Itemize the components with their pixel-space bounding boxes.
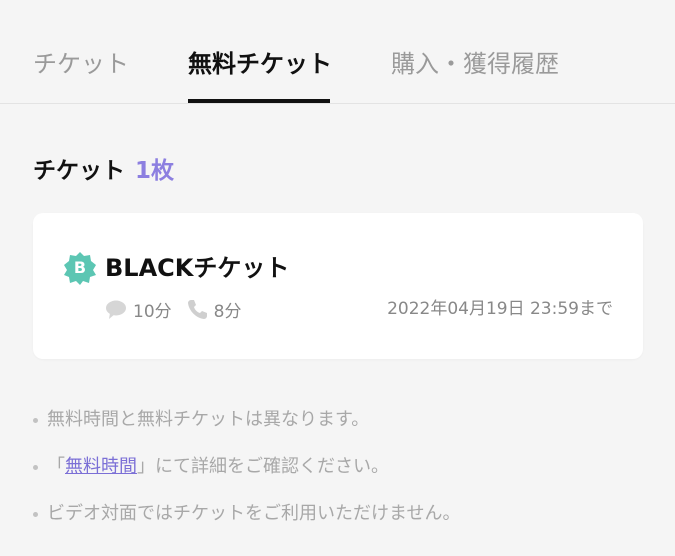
note-item: 「無料時間」にて詳細をご確認ください。: [33, 452, 653, 482]
note-text-2-open: 「: [47, 456, 65, 477]
note-text-3: ビデオ対面ではチケットをご利用いただけません。: [47, 503, 461, 524]
tab-free-tickets[interactable]: 無料チケット: [188, 47, 332, 104]
free-ticket-page: チケット 無料チケット 購入・獲得履歴 チケット 1枚 B BLACKチケット 1…: [0, 0, 675, 556]
bullet: [33, 418, 38, 423]
note-item: ビデオ対面ではチケットをご利用いただけません。: [33, 499, 653, 529]
chat-bubble-icon: [105, 298, 127, 320]
ticket-expiry: 2022年04月19日 23:59まで: [387, 299, 613, 319]
ticket-name: BLACKチケット: [105, 254, 290, 282]
chat-minutes: 10分: [133, 301, 172, 322]
note-item: 無料時間と無料チケットは異なります。: [33, 405, 653, 435]
ticket-badge-icon: B: [63, 251, 97, 285]
tab-bar: チケット 無料チケット 購入・獲得履歴: [0, 0, 675, 104]
ticket-count: 1枚: [135, 158, 175, 184]
notes-list: 無料時間と無料チケットは異なります。 「無料時間」にて詳細をご確認ください。 ビ…: [33, 405, 653, 546]
bullet: [33, 512, 38, 517]
badge-letter: B: [73, 258, 87, 277]
ticket-card: B BLACKチケット 10分 8分 2022年04月19日 23:59まで: [33, 213, 643, 359]
section-label: チケット: [33, 158, 125, 184]
call-minutes: 8分: [213, 301, 242, 322]
free-time-link[interactable]: 無料時間: [65, 456, 137, 477]
note-text-2-close: 」にて詳細をご確認ください。: [137, 456, 389, 477]
ticket-meta: 10分 8分: [105, 296, 255, 322]
phone-icon: [186, 298, 208, 320]
tab-purchase-history[interactable]: 購入・獲得履歴: [391, 47, 559, 104]
bullet: [33, 465, 38, 470]
section-title: チケット 1枚: [33, 155, 174, 187]
active-tab-indicator: [188, 99, 330, 103]
note-text-1: 無料時間と無料チケットは異なります。: [47, 409, 370, 430]
tab-tickets[interactable]: チケット: [33, 47, 129, 104]
